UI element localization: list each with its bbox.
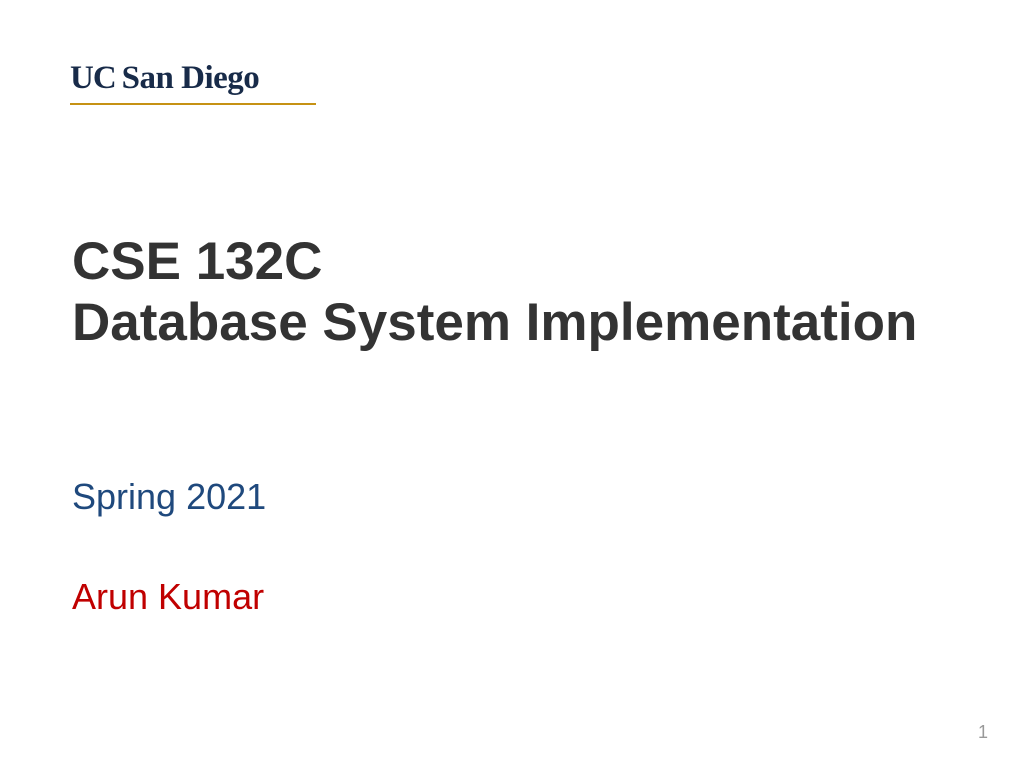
author-label: Arun Kumar xyxy=(72,576,264,618)
logo-sandiego: San Diego xyxy=(122,60,260,96)
course-code: CSE 132C xyxy=(72,232,960,293)
course-name: Database System Implementation xyxy=(72,293,960,354)
page-number: 1 xyxy=(978,722,988,743)
term-label: Spring 2021 xyxy=(72,476,266,518)
logo-uc: UC xyxy=(70,60,116,96)
slide-title: CSE 132C Database System Implementation xyxy=(72,232,960,354)
logo-text: UCSan Diego xyxy=(70,60,316,97)
university-logo: UCSan Diego xyxy=(70,60,316,105)
logo-underline xyxy=(70,103,316,105)
